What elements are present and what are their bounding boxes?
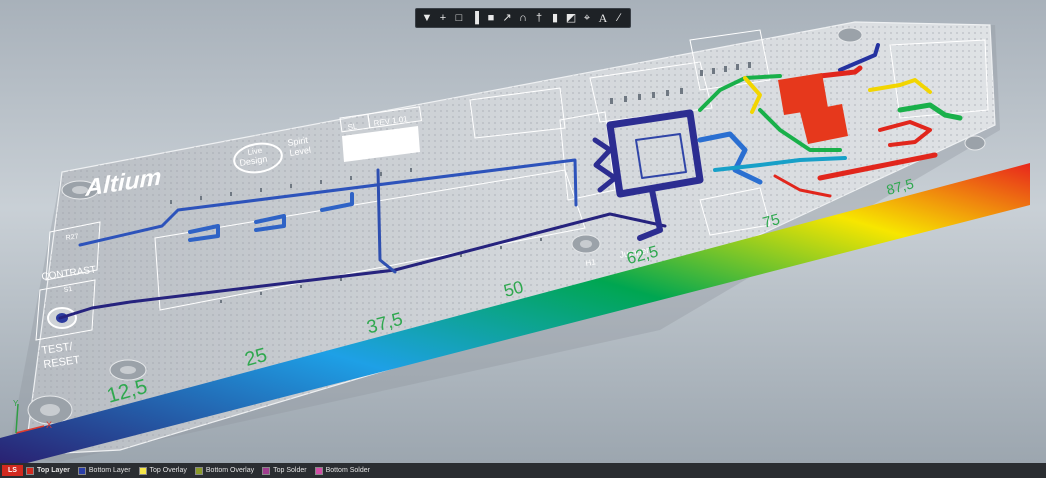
layer-color-swatch xyxy=(262,466,271,475)
axis-triad: X Y xyxy=(13,399,52,434)
text-icon[interactable]: A xyxy=(596,11,611,26)
filter-icon[interactable]: ▼ xyxy=(420,11,435,26)
pcb-scene[interactable]: Altium Live Design Spirit Level SL REV 1… xyxy=(0,0,1046,463)
y-axis-line xyxy=(15,403,19,434)
s1-label: S1 xyxy=(63,286,73,294)
arc-icon[interactable]: ∩ xyxy=(516,11,531,26)
pad-icon[interactable]: ▮ xyxy=(548,11,563,26)
line-icon[interactable]: ∕ xyxy=(612,11,627,26)
pin-icon[interactable]: † xyxy=(532,11,547,26)
layer-color-swatch xyxy=(25,466,34,475)
route-icon[interactable]: ↗ xyxy=(500,11,515,26)
layer-tabs: Top Layer Bottom Layer Top Overlay Bottom O… xyxy=(25,465,378,476)
rectangle-icon[interactable]: □ xyxy=(452,11,467,26)
crosshair-icon[interactable]: + xyxy=(436,11,451,26)
layer-color-swatch xyxy=(314,466,323,475)
dimension-icon[interactable]: ⌖ xyxy=(580,11,595,26)
layer-tab-label: Top Solder xyxy=(273,467,307,474)
layer-color-swatch xyxy=(194,466,203,475)
layer-tab-label: Top Layer xyxy=(36,467,70,474)
layer-tab-top-layer[interactable]: Top Layer xyxy=(25,465,70,476)
pcb-3d-viewport[interactable]: Altium Live Design Spirit Level SL REV 1… xyxy=(0,0,1046,463)
view-toolbar: ▼ + □ ▐ ■ ↗ ∩ † ▮ ◩ ⌖ A ∕ xyxy=(415,8,631,28)
y-axis-label: Y xyxy=(13,399,19,408)
layer-tab-top-overlay[interactable]: Top Overlay xyxy=(138,465,187,476)
layer-color-swatch xyxy=(138,466,147,475)
layer-tab-bottom-solder[interactable]: Bottom Solder xyxy=(314,465,370,476)
layer-set-button[interactable]: LS xyxy=(2,465,23,476)
layer-tab-top-solder[interactable]: Top Solder xyxy=(262,465,307,476)
layer-tab-bottom-layer[interactable]: Bottom Layer xyxy=(77,465,131,476)
layer-tab-label: Bottom Layer xyxy=(88,467,131,474)
layer-tab-label: Bottom Solder xyxy=(325,467,370,474)
x-axis-label: X xyxy=(46,420,52,430)
layer-tab-bottom-overlay[interactable]: Bottom Overlay xyxy=(194,465,255,476)
layer-color-swatch xyxy=(77,466,86,475)
x-axis-line xyxy=(15,425,45,434)
layer-status-bar: LS Top Layer Bottom Layer Top Overlay Botto… xyxy=(0,463,1046,478)
layer-tab-label: Bottom Overlay xyxy=(205,467,255,474)
bar-chart-icon[interactable]: ▐ xyxy=(468,11,483,26)
filled-square-icon[interactable]: ■ xyxy=(484,11,499,26)
layer-tab-label: Top Overlay xyxy=(149,467,187,474)
sl-label: SL xyxy=(347,122,358,132)
polygon-icon[interactable]: ◩ xyxy=(564,11,579,26)
